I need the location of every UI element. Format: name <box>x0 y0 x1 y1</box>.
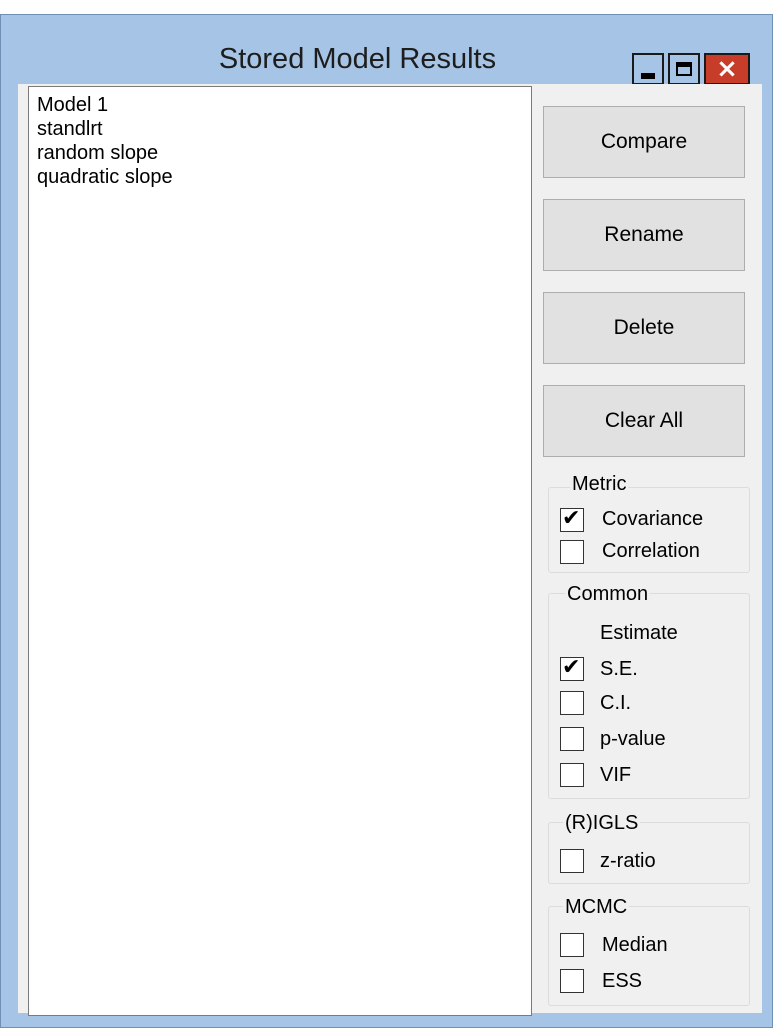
common-legend: Common <box>565 582 651 606</box>
median-checkbox[interactable] <box>560 933 584 957</box>
se-label: S.E. <box>600 658 638 680</box>
delete-button[interactable]: Delete <box>543 292 745 364</box>
covariance-checkbox[interactable]: ✔ <box>560 506 584 532</box>
minimize-icon <box>641 73 655 79</box>
ci-checkbox[interactable] <box>560 691 584 715</box>
covariance-label: Covariance <box>602 508 704 530</box>
check-icon: ✔ <box>562 506 581 531</box>
correlation-checkbox[interactable] <box>560 540 584 564</box>
list-item[interactable]: random slope <box>37 141 158 165</box>
window-title: Stored Model Results <box>218 43 497 75</box>
ess-checkbox[interactable] <box>560 969 584 993</box>
maximize-icon <box>676 62 692 76</box>
check-icon: ✔ <box>562 655 581 680</box>
vif-label: VIF <box>600 764 632 786</box>
median-label: Median <box>602 934 668 956</box>
vif-checkbox[interactable] <box>560 763 584 787</box>
maximize-button[interactable] <box>668 53 700 85</box>
desktop-top-strip <box>0 0 773 14</box>
estimate-label: Estimate <box>600 622 678 644</box>
minimize-button[interactable] <box>632 53 664 85</box>
zratio-label: z-ratio <box>600 850 656 872</box>
clear-all-button[interactable]: Clear All <box>543 385 745 457</box>
pvalue-checkbox[interactable] <box>560 727 584 751</box>
list-item[interactable]: standlrt <box>37 117 103 141</box>
title-bar[interactable]: Stored Model Results × <box>0 14 773 85</box>
metric-legend: Metric <box>570 472 629 496</box>
rename-button[interactable]: Rename <box>543 199 745 271</box>
zratio-checkbox[interactable] <box>560 849 584 873</box>
list-item[interactable]: Model 1 <box>37 93 108 117</box>
ci-label: C.I. <box>600 692 632 714</box>
compare-button[interactable]: Compare <box>543 106 745 178</box>
mcmc-legend: MCMC <box>563 895 630 919</box>
close-icon: × <box>716 54 738 84</box>
rigls-legend: (R)IGLS <box>563 811 641 835</box>
close-button[interactable]: × <box>704 53 750 85</box>
list-item[interactable]: quadratic slope <box>37 165 173 189</box>
correlation-label: Correlation <box>602 540 700 562</box>
se-checkbox[interactable]: ✔ <box>560 655 584 681</box>
model-list[interactable]: Model 1 standlrt random slope quadratic … <box>28 86 532 1016</box>
pvalue-label: p-value <box>600 728 666 750</box>
ess-label: ESS <box>602 970 643 992</box>
